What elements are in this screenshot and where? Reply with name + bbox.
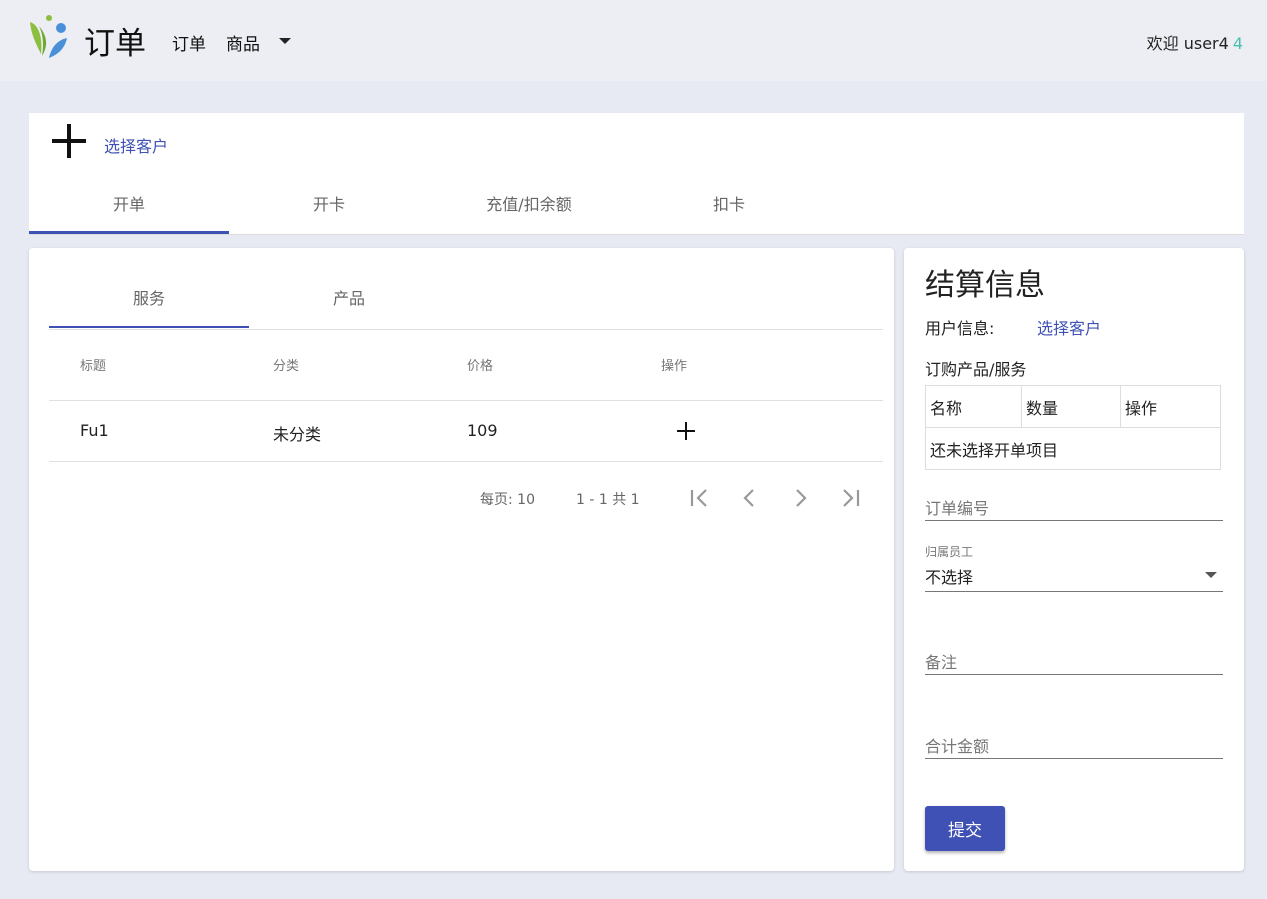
welcome-text: 欢迎 user4 4 [1146, 34, 1243, 53]
column-header-price: 价格 [467, 359, 494, 374]
add-icon[interactable] [51, 123, 87, 159]
empty-items-message: 还未选择开单项目 [925, 427, 1221, 470]
tab-deduct-card[interactable]: 扣卡 [629, 180, 829, 234]
nav-goods[interactable]: 商品 [226, 30, 260, 55]
notification-badge[interactable]: 4 [1233, 34, 1243, 53]
top-card: 选择客户 开单 开卡 充值/扣余额 扣卡 [29, 113, 1244, 235]
select-customer-link[interactable]: 选择客户 [104, 133, 168, 157]
divider [49, 400, 883, 401]
catalog-card: 服务 产品 标题 分类 价格 操作 Fu1 未分类 109 每页: 10 1 -… [29, 248, 894, 871]
pager-range: 1 - 1 共 1 [576, 492, 640, 508]
column-header-quantity: 数量 [1021, 385, 1121, 428]
settlement-title: 结算信息 [925, 268, 1045, 303]
column-header-title: 标题 [80, 359, 107, 374]
cell-title: Fu1 [80, 421, 109, 440]
settlement-card: 结算信息 用户信息: 选择客户 订购产品/服务 名称 数量 操作 还未选择开单项… [904, 248, 1244, 871]
column-header-action: 操作 [661, 359, 688, 374]
app-logo-icon [30, 15, 67, 58]
chevron-down-icon[interactable] [1205, 572, 1217, 578]
column-header-name: 名称 [925, 385, 1022, 428]
top-bar: 订单 订单 商品 欢迎 user4 4 [0, 0, 1267, 81]
tab-recharge[interactable]: 充值/扣余额 [429, 180, 629, 234]
cell-price: 109 [467, 421, 498, 440]
select-customer-link[interactable]: 选择客户 [1037, 315, 1101, 339]
order-number-placeholder: 订单编号 [925, 499, 990, 518]
remark-placeholder: 备注 [925, 653, 958, 672]
tab-services[interactable]: 服务 [49, 274, 249, 328]
tab-open-order[interactable]: 开单 [29, 180, 229, 234]
order-items-label: 订购产品/服务 [925, 360, 1027, 379]
order-number-field[interactable]: 订单编号 [925, 492, 1223, 521]
previous-page-icon[interactable] [736, 484, 764, 512]
cell-category: 未分类 [273, 425, 322, 444]
total-amount-placeholder: 合计金额 [925, 737, 990, 756]
submit-button[interactable]: 提交 [925, 806, 1005, 851]
total-amount-field[interactable]: 合计金额 [925, 730, 1223, 759]
next-page-icon[interactable] [786, 484, 814, 512]
divider [49, 461, 883, 462]
divider [49, 329, 883, 330]
tab-products[interactable]: 产品 [249, 274, 449, 328]
tab-open-card[interactable]: 开卡 [229, 180, 429, 234]
first-page-icon[interactable] [686, 484, 714, 512]
remark-field[interactable]: 备注 [925, 646, 1223, 675]
add-item-icon[interactable] [676, 421, 696, 441]
staff-select-value: 不选择 [925, 568, 974, 587]
column-header-category: 分类 [273, 359, 300, 374]
last-page-icon[interactable] [836, 484, 864, 512]
column-header-action: 操作 [1120, 385, 1221, 428]
pager-per-page[interactable]: 每页: 10 [480, 489, 535, 509]
staff-label: 归属员工 [925, 545, 974, 559]
user-info-label: 用户信息: [925, 319, 995, 338]
order-items-table: 名称 数量 操作 还未选择开单项目 [925, 385, 1221, 470]
nav-orders[interactable]: 订单 [172, 30, 206, 55]
app-title: 订单 [84, 26, 146, 62]
nav-dropdown-icon[interactable] [279, 38, 291, 44]
